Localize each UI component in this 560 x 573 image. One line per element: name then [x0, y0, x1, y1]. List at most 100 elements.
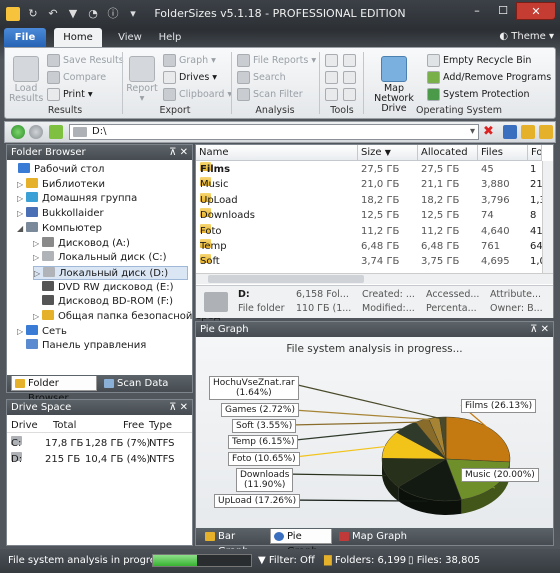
- table-row[interactable]: Downloads 12,5 ГБ 12,5 ГБ 74 8: [196, 208, 542, 223]
- expand-icon[interactable]: ▷: [34, 267, 43, 281]
- maximize-button[interactable]: ☐: [490, 2, 516, 20]
- expand-icon[interactable]: ▷: [33, 237, 42, 251]
- stop-icon[interactable]: ✖: [483, 124, 494, 139]
- table-row[interactable]: C: 17,8 ГБ 1,28 ГБ (7%) NTFS: [7, 436, 192, 451]
- save-results-button[interactable]: Save Results: [47, 54, 124, 67]
- drives-button[interactable]: Drives ▾: [163, 71, 217, 84]
- scan-drive-icon[interactable]: [503, 125, 517, 139]
- panel-pin-close-icon[interactable]: ⊼ ✕: [530, 322, 549, 337]
- tree-item[interactable]: Панель управления: [17, 339, 146, 353]
- col-files[interactable]: Files: [478, 145, 528, 161]
- report-button[interactable]: Report ▾: [125, 56, 159, 104]
- col-drive[interactable]: Drive: [11, 418, 38, 433]
- add-remove-programs-button[interactable]: Add/Remove Programs: [427, 71, 551, 84]
- table-row[interactable]: Soft 3,74 ГБ 3,75 ГБ 4,695 1,0: [196, 254, 546, 269]
- expand-icon[interactable]: ▷: [33, 310, 42, 324]
- tree-item[interactable]: DVD RW дисковод (E:): [33, 280, 174, 295]
- table-row[interactable]: Music 21,0 ГБ 21,1 ГБ 3,880 21: [196, 177, 543, 192]
- table-row[interactable]: UpLoad 18,2 ГБ 18,2 ГБ 3,796 1,3: [196, 192, 546, 208]
- up-folder-icon[interactable]: [49, 125, 63, 139]
- clipboard-button[interactable]: Clipboard ▾: [163, 88, 232, 101]
- col-folders[interactable]: Fo: [528, 145, 542, 161]
- table-row[interactable]: Foto 11,2 ГБ 11,2 ГБ 4,640 41: [196, 223, 543, 239]
- tab-file[interactable]: File: [4, 28, 46, 48]
- tool-5-button[interactable]: [325, 88, 338, 101]
- tool-2-button[interactable]: [343, 54, 356, 67]
- tab-map-graph[interactable]: Map Graph: [336, 529, 408, 544]
- pie-label: Soft (3.55%): [232, 419, 297, 433]
- print-button[interactable]: Print ▾: [47, 88, 93, 101]
- tool-4-button[interactable]: [343, 71, 356, 84]
- panel-pin-close-icon[interactable]: ⊼ ✕: [169, 400, 188, 415]
- table-row[interactable]: Films 27,5 ГБ 27,5 ГБ 45 1: [196, 162, 542, 177]
- theme-button[interactable]: ◐ Theme ▾: [499, 31, 554, 42]
- tree-item[interactable]: ◢ Компьютер: [17, 221, 102, 236]
- vertical-scrollbar[interactable]: [542, 161, 553, 273]
- col-free[interactable]: Free: [123, 418, 144, 433]
- file-reports-button[interactable]: File Reports ▾: [237, 54, 316, 67]
- tree-item[interactable]: ▷ Домашняя группа: [17, 192, 137, 206]
- tree-item[interactable]: Рабочий стол: [9, 163, 104, 177]
- tool-3-button[interactable]: [325, 71, 338, 84]
- tab-view[interactable]: View: [110, 28, 150, 48]
- tree-item[interactable]: ▷ Сеть: [17, 324, 67, 339]
- search-button[interactable]: Search: [237, 71, 286, 84]
- expand-icon[interactable]: ▷: [17, 207, 26, 221]
- horizontal-scrollbar[interactable]: [196, 273, 553, 284]
- col-total[interactable]: Total: [53, 418, 76, 433]
- col-name-label: Name: [199, 147, 229, 158]
- tree-item[interactable]: ▷ Общая папка безопасной сред: [33, 310, 221, 324]
- load-results-button[interactable]: Load Results: [9, 56, 43, 104]
- pie-graph-title: Pie Graph: [200, 324, 249, 335]
- pie-slice[interactable]: [445, 416, 511, 463]
- tree-item[interactable]: ▷ Локальный диск (C:): [33, 251, 167, 265]
- compare-button[interactable]: Compare: [47, 71, 106, 84]
- tab-home[interactable]: Home: [54, 28, 102, 48]
- system-protection-button[interactable]: System Protection: [427, 88, 530, 101]
- forward-icon[interactable]: [29, 125, 43, 139]
- tool-1-button[interactable]: [325, 54, 338, 67]
- scrollbar-thumb[interactable]: [208, 275, 364, 283]
- open-folder-icon[interactable]: [521, 125, 535, 139]
- cell-size: 3,74 ГБ: [361, 256, 400, 268]
- scan-filter-button[interactable]: Scan Filter: [237, 88, 303, 101]
- tab-help[interactable]: Help: [152, 28, 188, 48]
- path-input[interactable]: D:\ ▾: [69, 124, 479, 140]
- cell-files: 45: [481, 164, 494, 175]
- tool-6-button[interactable]: [343, 88, 356, 101]
- empty-recycle-bin-button[interactable]: Empty Recycle Bin: [427, 54, 531, 67]
- col-allocated[interactable]: Allocated: [418, 145, 478, 161]
- tree-item[interactable]: ▷ Bukkollaider: [17, 207, 104, 221]
- col-size[interactable]: Size ▼: [358, 145, 418, 161]
- tree-item[interactable]: ▷ Дисковод (A:): [33, 236, 130, 251]
- expand-icon[interactable]: ▷: [33, 251, 42, 265]
- pie-label: HochuVseZnat.rar (1.64%): [209, 376, 299, 400]
- tree-item[interactable]: Дисковод BD-ROM (F:): [33, 295, 173, 309]
- details-files: 6,158 Fol...: [296, 289, 349, 300]
- status-bar: File system analysis in progress... ▼ Fi…: [0, 549, 560, 573]
- expand-icon[interactable]: ▷: [17, 192, 26, 206]
- close-button[interactable]: ✕: [516, 2, 556, 20]
- table-row[interactable]: Temp 6,48 ГБ 6,48 ГБ 761 64: [196, 239, 543, 254]
- filter-status[interactable]: ▼ Filter: Off: [258, 555, 315, 566]
- graph-button[interactable]: Graph ▾: [163, 54, 216, 67]
- expand-icon[interactable]: ◢: [17, 222, 26, 236]
- back-icon[interactable]: [11, 125, 25, 139]
- expand-icon[interactable]: ▷: [17, 325, 26, 339]
- pie-leader-line: [284, 381, 443, 420]
- tab-scan-data[interactable]: Scan Data: [101, 376, 171, 391]
- expand-icon[interactable]: ▷: [17, 178, 26, 192]
- col-type[interactable]: Type: [149, 418, 172, 433]
- minimize-button[interactable]: –: [464, 2, 490, 20]
- panel-pin-close-icon[interactable]: ⊼ ✕: [169, 145, 188, 160]
- table-row[interactable]: D: 215 ГБ 10,4 ГБ (4%) NTFS: [7, 452, 192, 467]
- tree-item[interactable]: ▷ Локальный диск (D:): [33, 265, 188, 281]
- col-name[interactable]: Name: [196, 145, 358, 161]
- browse-folder-icon[interactable]: [539, 125, 553, 139]
- tree-item[interactable]: ▷ Библиотеки: [17, 177, 105, 192]
- tab-pie-graph[interactable]: Pie Graph: [270, 529, 332, 557]
- tab-folder-browser[interactable]: Folder Browser: [11, 376, 97, 404]
- path-dropdown-icon[interactable]: ▾: [470, 125, 475, 139]
- tab-bar-graph[interactable]: Bar Graph: [202, 529, 268, 557]
- ribbon-separator: [122, 52, 123, 114]
